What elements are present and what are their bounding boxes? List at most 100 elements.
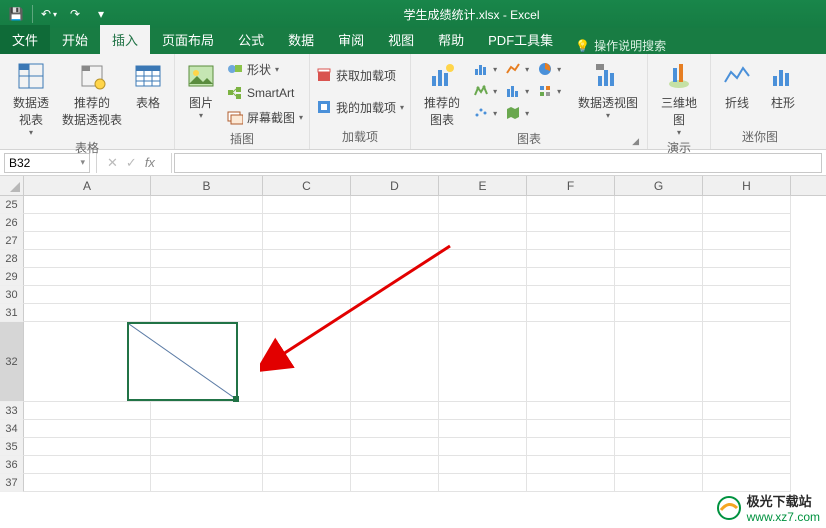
tab-review[interactable]: 审阅	[326, 25, 376, 54]
chart-statistic-button[interactable]: ▾	[505, 80, 537, 102]
active-cell[interactable]	[127, 322, 238, 401]
cell[interactable]	[24, 456, 151, 474]
cell[interactable]	[24, 286, 151, 304]
cell[interactable]	[151, 214, 263, 232]
tab-page-layout[interactable]: 页面布局	[150, 25, 226, 54]
chart-combo-button[interactable]: ▾	[537, 80, 569, 102]
row-header[interactable]: 36	[0, 456, 24, 474]
row-headers[interactable]: 25262728293031323334353637	[0, 196, 24, 492]
get-addins-button[interactable]: 获取加载项	[316, 64, 404, 86]
row-header[interactable]: 37	[0, 474, 24, 492]
cell[interactable]	[615, 456, 703, 474]
cell[interactable]	[527, 232, 615, 250]
chart-scatter-button[interactable]: ▾	[473, 102, 505, 124]
column-header[interactable]: F	[527, 176, 615, 195]
cell[interactable]	[703, 250, 791, 268]
cell[interactable]	[703, 322, 791, 402]
qat-customize-button[interactable]: ▾	[91, 4, 111, 24]
cell[interactable]	[703, 286, 791, 304]
cell[interactable]	[263, 214, 351, 232]
column-header[interactable]: A	[24, 176, 151, 195]
chart-pie-button[interactable]: ▾	[537, 58, 569, 80]
cell[interactable]	[439, 402, 527, 420]
row-header[interactable]: 27	[0, 232, 24, 250]
cell[interactable]	[24, 250, 151, 268]
cell[interactable]	[615, 474, 703, 492]
cell[interactable]	[527, 214, 615, 232]
cell[interactable]	[703, 304, 791, 322]
tab-home[interactable]: 开始	[50, 25, 100, 54]
cell[interactable]	[151, 286, 263, 304]
cell[interactable]	[615, 322, 703, 402]
cell[interactable]	[351, 438, 439, 456]
cell[interactable]	[351, 402, 439, 420]
3d-map-button[interactable]: 三维地 图▾	[654, 58, 704, 137]
column-header[interactable]: H	[703, 176, 791, 195]
row-header[interactable]: 32	[0, 322, 24, 402]
chart-column-button[interactable]: ▾	[473, 58, 505, 80]
cell[interactable]	[615, 286, 703, 304]
redo-button[interactable]: ↷	[65, 4, 85, 24]
row-header[interactable]: 33	[0, 402, 24, 420]
cell[interactable]	[439, 474, 527, 492]
cell[interactable]	[263, 474, 351, 492]
column-header[interactable]: E	[439, 176, 527, 195]
column-headers[interactable]: ABCDEFGH	[24, 176, 826, 196]
chart-map-button[interactable]: ▾	[505, 102, 537, 124]
shapes-button[interactable]: 形状▾	[227, 58, 303, 80]
cell[interactable]	[615, 438, 703, 456]
cell[interactable]	[24, 214, 151, 232]
cell[interactable]	[439, 196, 527, 214]
cell[interactable]	[151, 268, 263, 286]
cell[interactable]	[439, 438, 527, 456]
cell[interactable]	[151, 420, 263, 438]
save-button[interactable]: 💾	[6, 4, 26, 24]
cell[interactable]	[703, 268, 791, 286]
cell[interactable]	[527, 250, 615, 268]
formula-bar[interactable]	[174, 153, 822, 173]
cell[interactable]	[703, 474, 791, 492]
cell[interactable]	[703, 438, 791, 456]
cell[interactable]	[527, 286, 615, 304]
column-header[interactable]: C	[263, 176, 351, 195]
cell[interactable]	[351, 474, 439, 492]
chart-line-button[interactable]: ▾	[505, 58, 537, 80]
row-header[interactable]: 25	[0, 196, 24, 214]
pivot-chart-button[interactable]: 数据透视图▾	[575, 58, 641, 120]
cell[interactable]	[263, 438, 351, 456]
chart-hierarchy-button[interactable]: ▾	[473, 80, 505, 102]
cell[interactable]	[263, 402, 351, 420]
row-header[interactable]: 29	[0, 268, 24, 286]
cell[interactable]	[263, 420, 351, 438]
cell[interactable]	[527, 322, 615, 402]
cell[interactable]	[351, 420, 439, 438]
tab-view[interactable]: 视图	[376, 25, 426, 54]
cell[interactable]	[615, 214, 703, 232]
cell[interactable]	[439, 214, 527, 232]
cell[interactable]	[24, 196, 151, 214]
cell[interactable]	[351, 196, 439, 214]
cell[interactable]	[703, 402, 791, 420]
tab-formulas[interactable]: 公式	[226, 25, 276, 54]
my-addins-button[interactable]: 我的加载项 ▾	[316, 96, 404, 118]
cell[interactable]	[351, 456, 439, 474]
fill-handle[interactable]	[233, 396, 239, 402]
cell[interactable]	[703, 196, 791, 214]
cell[interactable]	[151, 250, 263, 268]
tab-help[interactable]: 帮助	[426, 25, 476, 54]
dialog-launcher-icon[interactable]: ◢	[632, 136, 639, 147]
cell[interactable]	[151, 196, 263, 214]
cell[interactable]	[703, 456, 791, 474]
cell[interactable]	[527, 474, 615, 492]
cell[interactable]	[151, 402, 263, 420]
cell[interactable]	[703, 420, 791, 438]
cell[interactable]	[151, 438, 263, 456]
cell[interactable]	[24, 232, 151, 250]
tab-file[interactable]: 文件	[0, 25, 50, 54]
smartart-button[interactable]: SmartArt	[227, 82, 303, 104]
cell[interactable]	[263, 456, 351, 474]
cell[interactable]	[24, 402, 151, 420]
cell[interactable]	[439, 456, 527, 474]
cell[interactable]	[527, 268, 615, 286]
cell[interactable]	[615, 232, 703, 250]
